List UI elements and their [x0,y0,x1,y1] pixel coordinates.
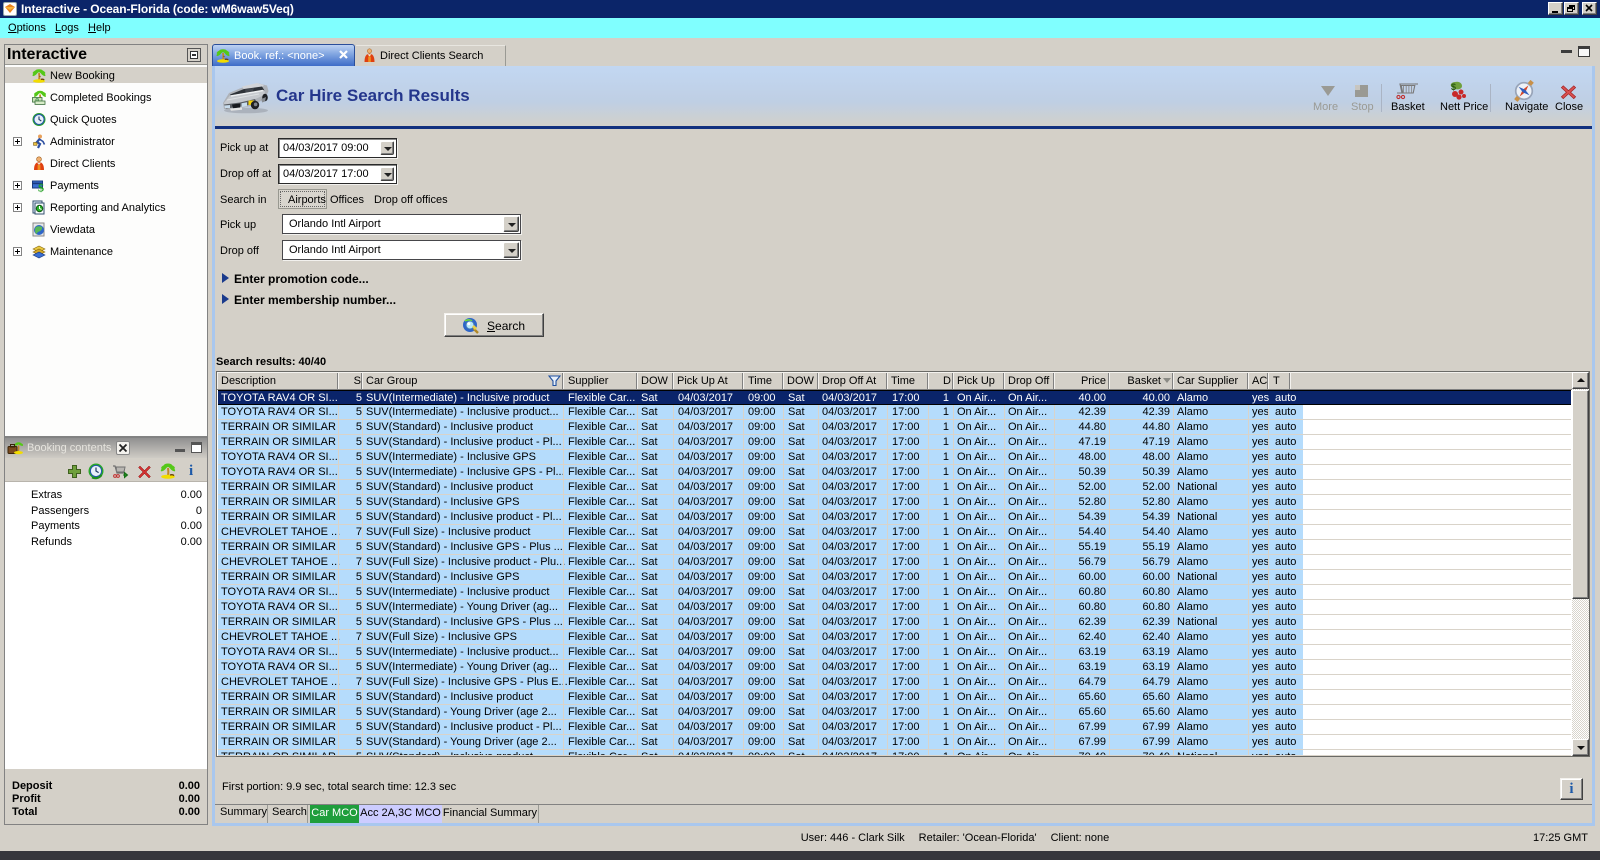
svg-text:$: $ [38,181,44,194]
svg-text:$: $ [1451,82,1456,92]
